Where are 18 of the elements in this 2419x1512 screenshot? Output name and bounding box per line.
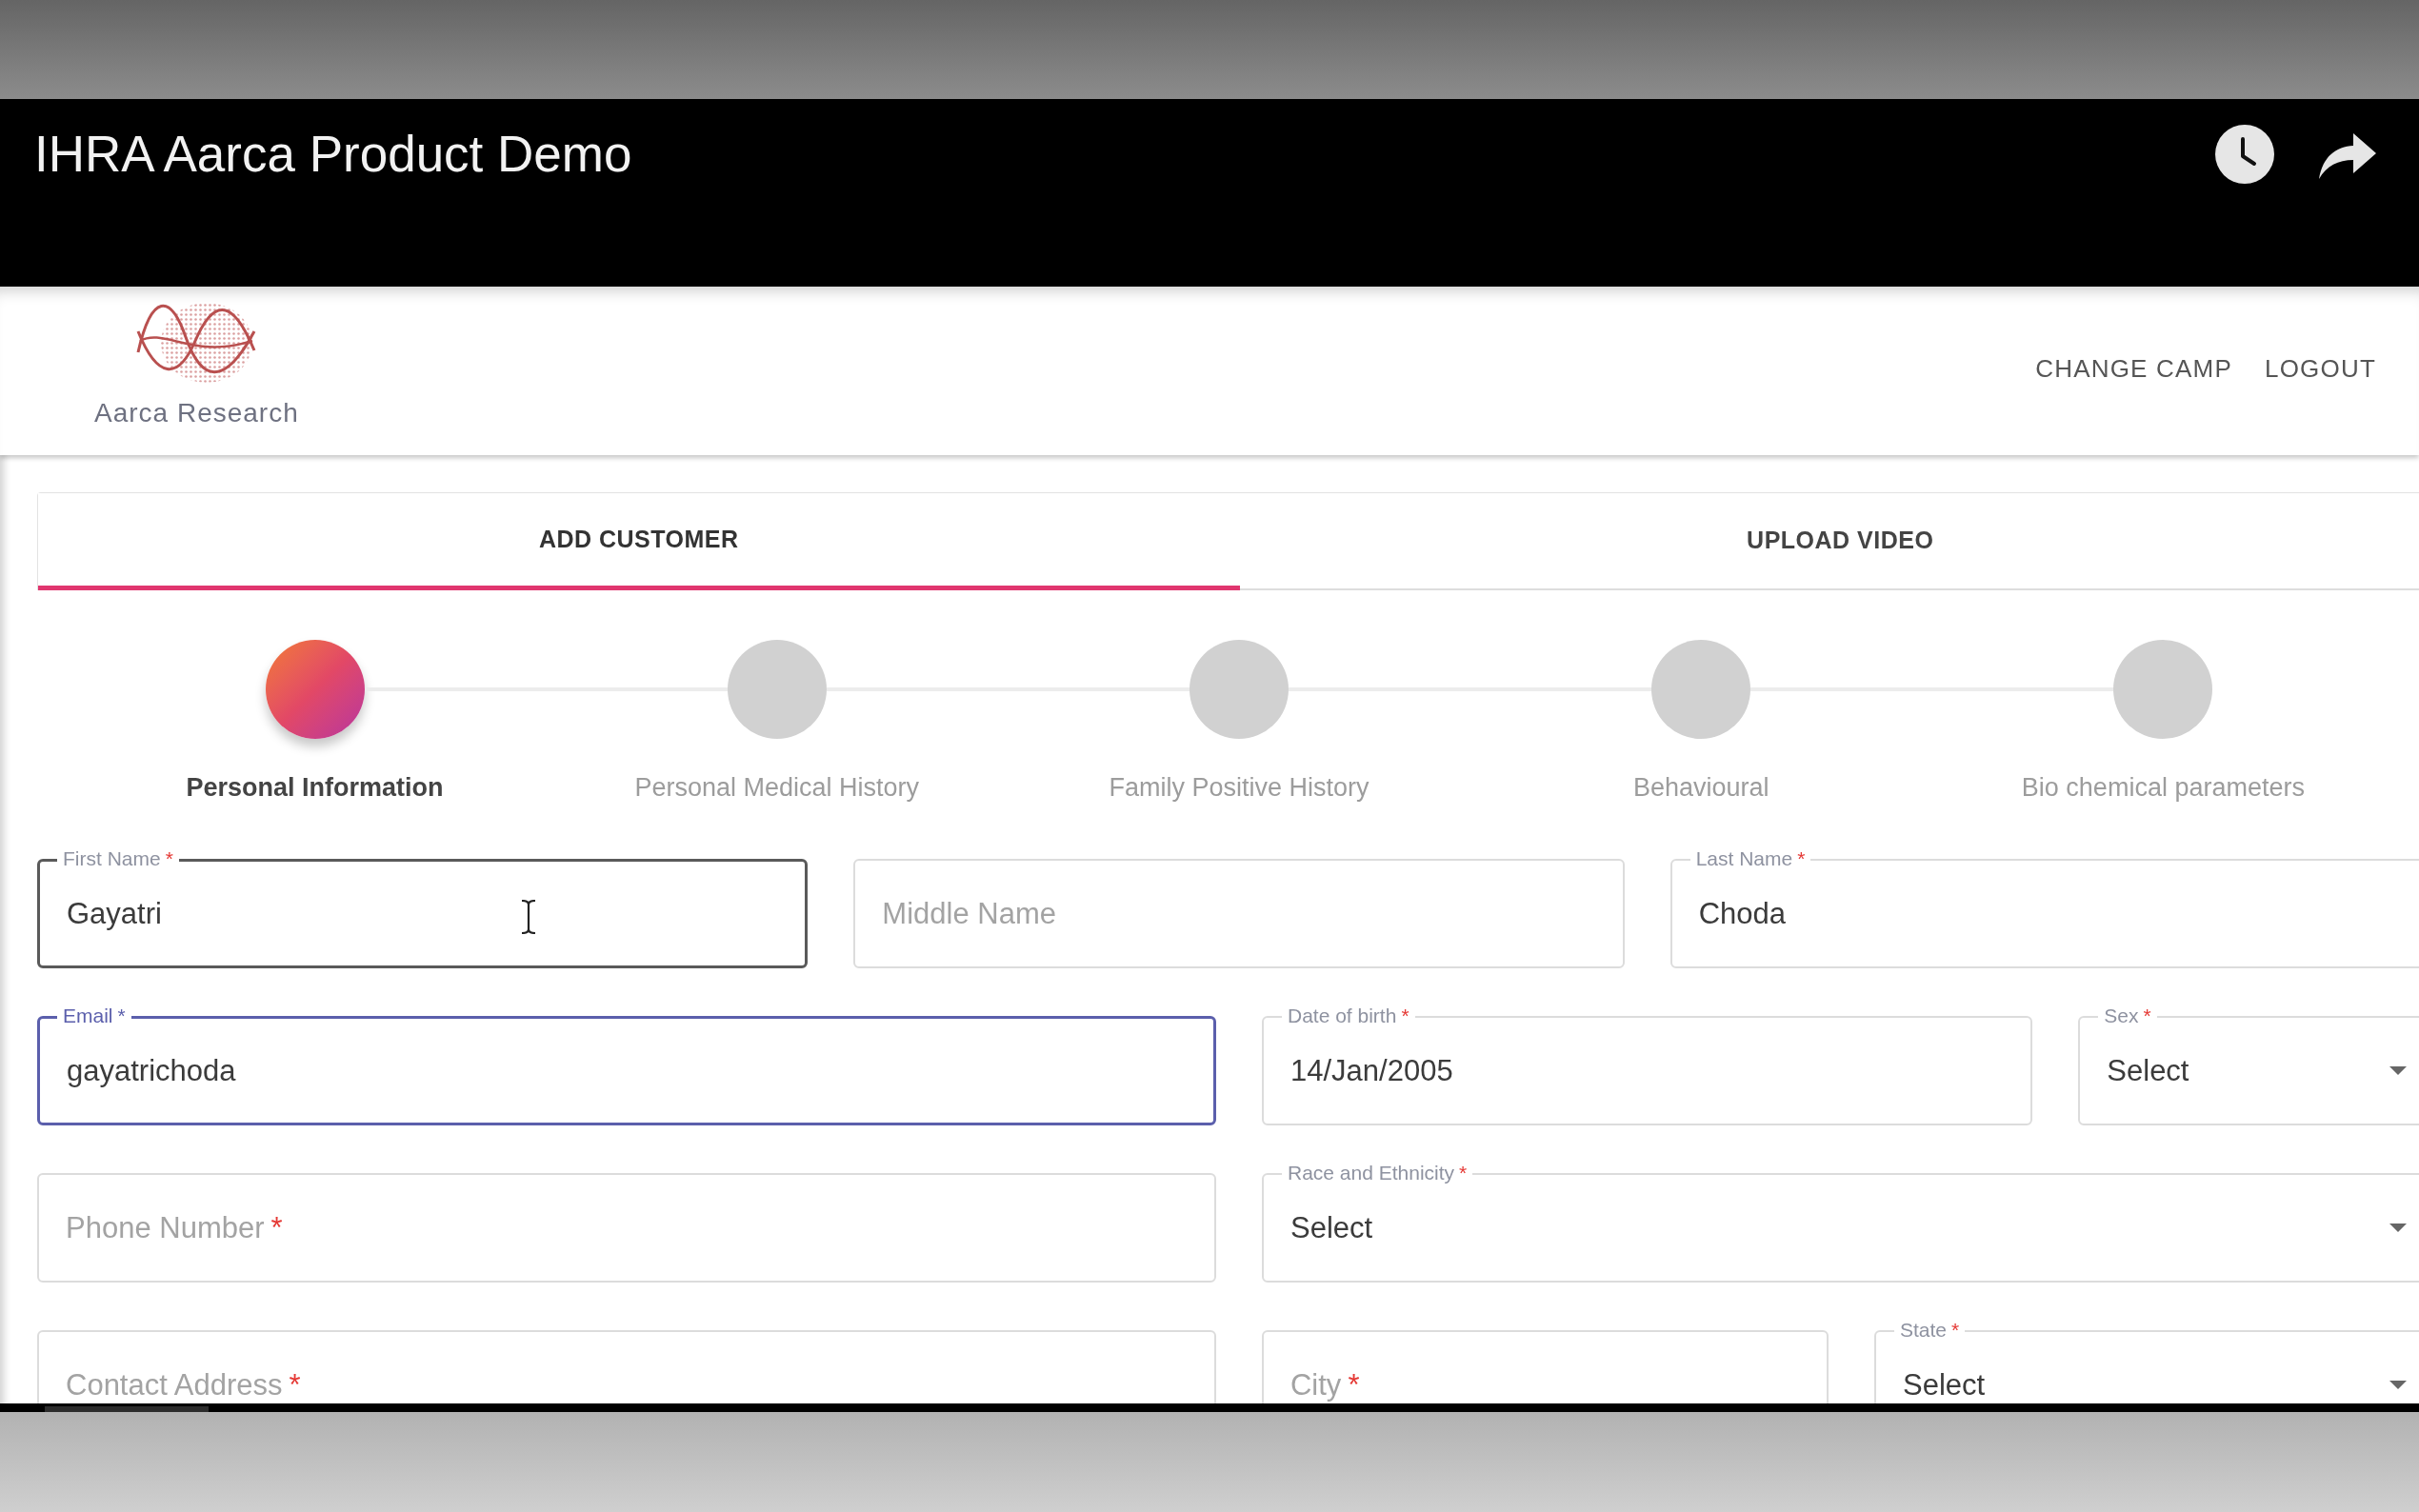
clock-icon[interactable]	[2215, 125, 2274, 184]
text-field[interactable]: Contact Address *	[37, 1330, 1216, 1403]
caret-icon	[2389, 1381, 2407, 1389]
logo-text: Aarca Research	[94, 398, 299, 428]
step-label: Personal Information	[186, 772, 444, 803]
step-label: Behavioural	[1632, 772, 1769, 803]
step-label: Bio chemical parameters	[2021, 772, 2305, 803]
text-field[interactable]: Phone Number *	[37, 1173, 1216, 1283]
text-field[interactable]: City *	[1262, 1330, 1829, 1403]
nav-button[interactable]: CHANGE CAMP	[2035, 353, 2232, 384]
video-title: IHRA Aarca Product Demo	[34, 126, 632, 183]
caret-icon	[2389, 1066, 2407, 1075]
caret-icon	[2389, 1224, 2407, 1232]
step-label: Family Positive History	[1109, 772, 1369, 803]
step-label: Personal Medical History	[634, 772, 920, 803]
text-cursor-icon	[521, 900, 536, 934]
nav-button[interactable]: LOGOUT	[2265, 353, 2376, 384]
tab[interactable]: ADD CUSTOMER	[38, 493, 1240, 590]
